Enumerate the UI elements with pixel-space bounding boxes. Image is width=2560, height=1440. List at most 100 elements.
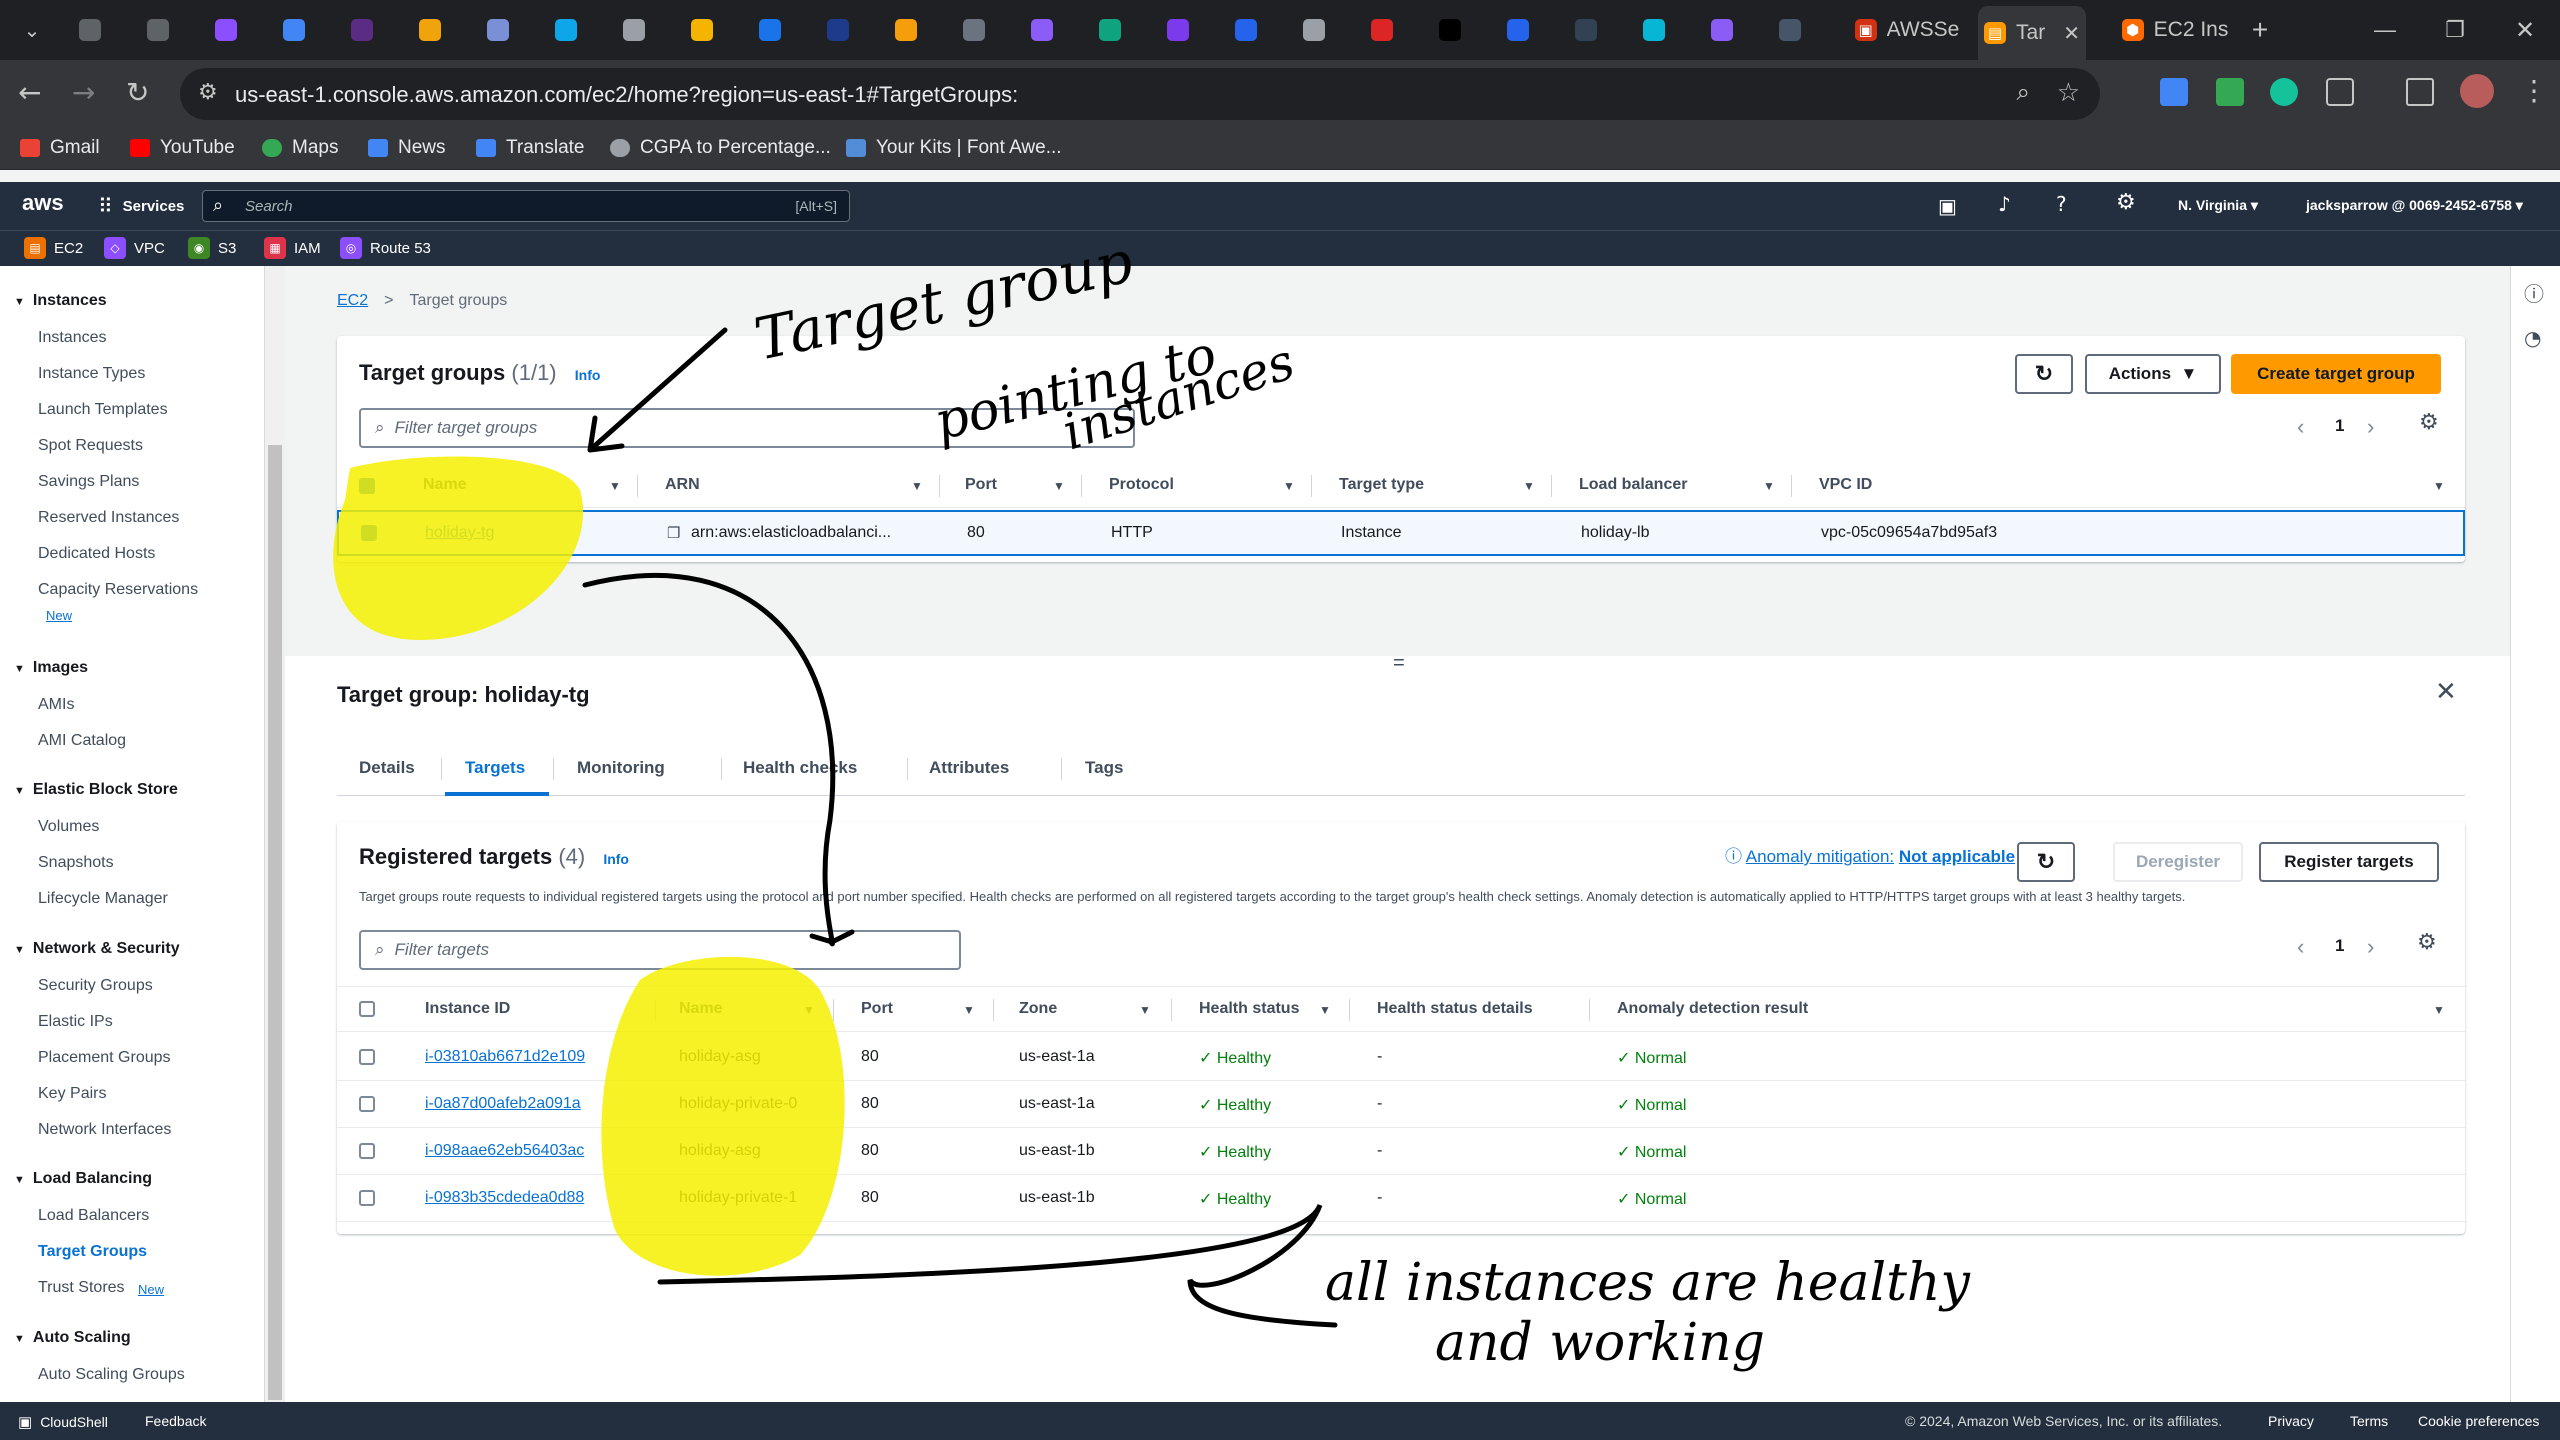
row-checkbox[interactable]: [359, 1096, 375, 1112]
extension-icon[interactable]: [2216, 78, 2244, 106]
column-port[interactable]: Port: [861, 1000, 893, 1018]
sidebar-item-reserved-instances[interactable]: Reserved Instances: [38, 509, 179, 527]
instance-id-link[interactable]: i-03810ab6671d2e109: [425, 1048, 585, 1066]
sidebar-item-volumes[interactable]: Volumes: [38, 818, 99, 836]
bookmark-maps[interactable]: Maps: [262, 137, 338, 159]
translate-extension-icon[interactable]: [2160, 78, 2188, 106]
row-checkbox[interactable]: [359, 1143, 375, 1159]
instance-id-link[interactable]: i-0983b35cdedea0d88: [425, 1189, 584, 1207]
services-menu-button[interactable]: ⠿ Services: [98, 194, 184, 218]
tab-attributes[interactable]: Attributes: [929, 758, 1009, 778]
sort-icon[interactable]: ▼: [1053, 479, 1065, 493]
column-health-status[interactable]: Health status: [1199, 1000, 1299, 1018]
bookmark-star-icon[interactable]: ☆: [2057, 78, 2080, 108]
sort-icon[interactable]: ▼: [1283, 479, 1295, 493]
tab-search-button[interactable]: ⌄: [14, 10, 50, 50]
aws-search-input[interactable]: ⌕ Search [Alt+S]: [202, 190, 850, 222]
column-arn[interactable]: ARN: [665, 476, 700, 494]
pinned-tab[interactable]: [1090, 10, 1130, 50]
pinned-tab[interactable]: [818, 10, 858, 50]
breadcrumb-ec2[interactable]: EC2: [337, 292, 368, 310]
pinned-tab[interactable]: [1362, 10, 1402, 50]
sidebar-item-instance-types[interactable]: Instance Types: [38, 365, 145, 383]
pinned-tab[interactable]: [70, 10, 110, 50]
pinned-tab[interactable]: [614, 10, 654, 50]
sidebar-section-auto-scaling[interactable]: Auto Scaling: [14, 1329, 131, 1347]
feedback-link[interactable]: Feedback: [145, 1413, 206, 1429]
terms-link[interactable]: Terms: [2350, 1413, 2388, 1429]
aws-logo[interactable]: aws: [22, 190, 64, 216]
site-info-icon[interactable]: ⚙: [198, 80, 218, 105]
column-zone[interactable]: Zone: [1019, 1000, 1057, 1018]
pinned-tab[interactable]: [206, 10, 246, 50]
next-page-button[interactable]: ›: [2367, 414, 2374, 440]
bookmark-cgpa[interactable]: CGPA to Percentage...: [610, 137, 831, 159]
anomaly-mitigation-link[interactable]: ⓘ Anomaly mitigation: Not applicable: [1725, 842, 2015, 867]
sidebar-item-load-balancers[interactable]: Load Balancers: [38, 1207, 149, 1225]
help-panel-icon[interactable]: ◔: [2524, 326, 2541, 350]
column-health-status-details[interactable]: Health status details: [1377, 1000, 1533, 1018]
sidebar-item-lifecycle-manager[interactable]: Lifecycle Manager: [38, 890, 168, 908]
row-checkbox[interactable]: [359, 1049, 375, 1065]
pinned-tab[interactable]: [1498, 10, 1538, 50]
sort-icon[interactable]: ▼: [1319, 1003, 1331, 1017]
preferences-gear-icon[interactable]: ⚙: [2419, 410, 2439, 435]
pinned-tab[interactable]: [1294, 10, 1334, 50]
row-checkbox[interactable]: [361, 525, 377, 541]
avatar[interactable]: [2460, 74, 2494, 108]
info-panel-icon[interactable]: ⓘ: [2524, 278, 2544, 307]
column-name[interactable]: Name: [423, 476, 467, 494]
pinned-tab[interactable]: [274, 10, 314, 50]
pinned-tab[interactable]: [1770, 10, 1810, 50]
menu-icon[interactable]: ⋮: [2520, 74, 2548, 107]
pinned-tab[interactable]: [1158, 10, 1198, 50]
table-row[interactable]: i-0983b35cdedea0d88 holiday-private-1 80 us…: [337, 1175, 2465, 1222]
sidebar-item-snapshots[interactable]: Snapshots: [38, 854, 114, 872]
notifications-bell-icon[interactable]: ♪: [1998, 192, 2011, 216]
info-link[interactable]: Info: [603, 851, 629, 867]
sort-icon[interactable]: ▼: [1523, 479, 1535, 493]
column-name[interactable]: Name: [679, 1000, 723, 1018]
table-row[interactable]: holiday-tg ❐ arn:aws:elasticloadbalanci.…: [337, 510, 2465, 556]
cloudshell-icon[interactable]: ▣: [1938, 194, 1957, 219]
reload-button[interactable]: ↻: [126, 76, 149, 109]
close-tab-icon[interactable]: ✕: [2063, 21, 2080, 46]
privacy-link[interactable]: Privacy: [2268, 1413, 2314, 1429]
sidebar-item-target-groups[interactable]: Target Groups: [38, 1243, 147, 1261]
url-text[interactable]: us-east-1.console.aws.amazon.com/ec2/hom…: [235, 82, 1018, 108]
cookie-preferences-link[interactable]: Cookie preferences: [2418, 1413, 2539, 1429]
minimize-button[interactable]: —: [2365, 10, 2405, 50]
filter-targets-input[interactable]: ⌕ Filter targets: [359, 930, 961, 970]
refresh-button[interactable]: ↻: [2015, 354, 2073, 394]
sidebar-item-key-pairs[interactable]: Key Pairs: [38, 1085, 106, 1103]
prev-page-button[interactable]: ‹: [2297, 934, 2304, 960]
side-panel-icon[interactable]: [2406, 78, 2434, 106]
pinned-tab[interactable]: [546, 10, 586, 50]
gear-icon[interactable]: ⚙: [2116, 190, 2136, 215]
sidebar-item-network-interfaces[interactable]: Network Interfaces: [38, 1121, 171, 1139]
info-link[interactable]: Info: [575, 367, 601, 383]
sidebar-section-network-security[interactable]: Network & Security: [14, 940, 180, 958]
pinned-tab[interactable]: [1226, 10, 1266, 50]
sort-icon[interactable]: ▼: [1139, 1003, 1151, 1017]
favorite-iam[interactable]: ▦ IAM: [264, 237, 321, 259]
bookmark-youtube[interactable]: YouTube: [130, 137, 235, 159]
tab-awsse[interactable]: ▣ AWSSe: [1842, 10, 1972, 50]
target-group-name-link[interactable]: holiday-tg: [425, 524, 494, 542]
preferences-gear-icon[interactable]: ⚙: [2417, 930, 2437, 955]
sidebar-item-savings-plans[interactable]: Savings Plans: [38, 473, 139, 491]
column-anomaly-detection[interactable]: Anomaly detection result: [1617, 1000, 1808, 1018]
favorite-ec2[interactable]: ▤ EC2: [24, 237, 83, 259]
column-load-balancer[interactable]: Load balancer: [1579, 476, 1687, 494]
close-panel-icon[interactable]: ✕: [2435, 676, 2457, 707]
pinned-tab[interactable]: [1702, 10, 1742, 50]
column-protocol[interactable]: Protocol: [1109, 476, 1174, 494]
forward-button[interactable]: →: [72, 76, 95, 109]
pinned-tab[interactable]: [1634, 10, 1674, 50]
tab-details[interactable]: Details: [359, 758, 415, 778]
prev-page-button[interactable]: ‹: [2297, 414, 2304, 440]
favorite-route53[interactable]: ◎ Route 53: [340, 237, 431, 259]
pinned-tab[interactable]: [478, 10, 518, 50]
instance-id-link[interactable]: i-098aae62eb56403ac: [425, 1142, 584, 1160]
sidebar-section-ebs[interactable]: Elastic Block Store: [14, 781, 178, 799]
